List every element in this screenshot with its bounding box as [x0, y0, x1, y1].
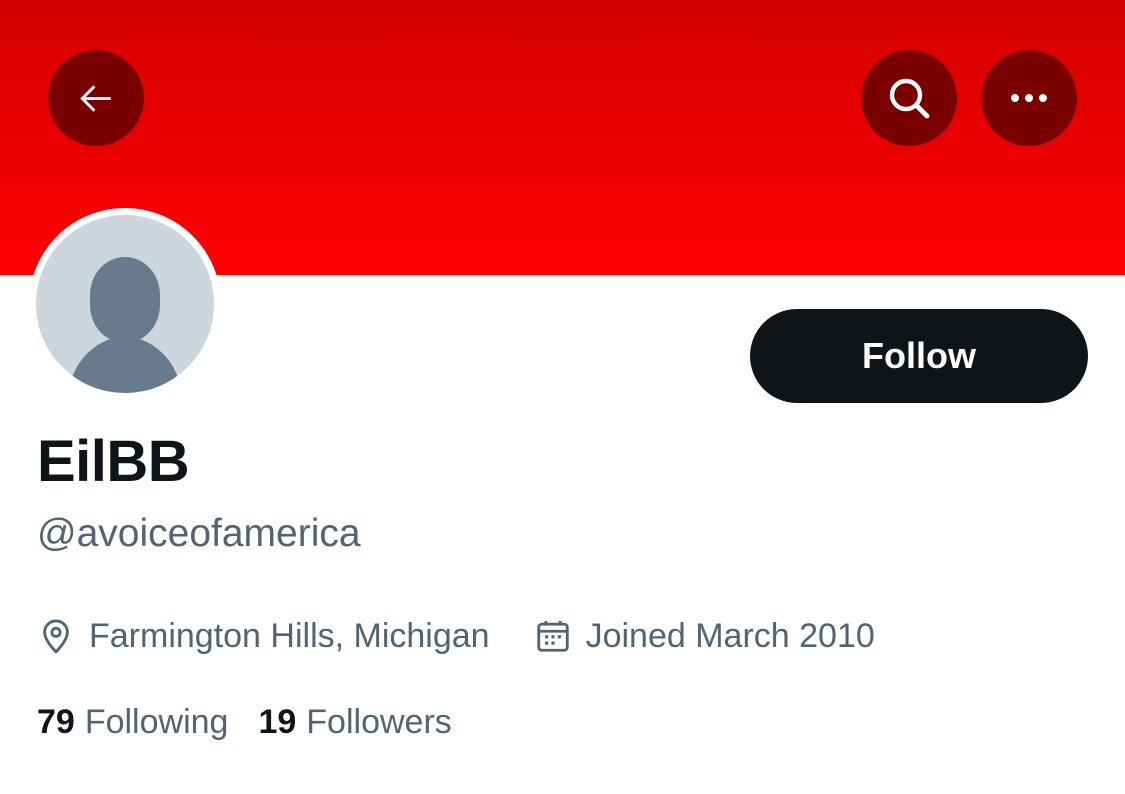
calendar-icon [534, 617, 572, 655]
more-horizontal-icon [1011, 94, 1047, 102]
followers-count: 19 [258, 702, 297, 741]
follow-stats: 79 Following 19 Followers [37, 698, 452, 746]
display-name: EilBB [37, 429, 190, 494]
back-button[interactable] [48, 50, 144, 146]
followers-label: Followers [306, 702, 452, 741]
avatar[interactable] [29, 208, 221, 400]
profile-meta: Farmington Hills, Michigan Joined March … [37, 612, 875, 660]
following-label: Following [84, 702, 229, 741]
avatar-image [36, 215, 214, 393]
profile-page: Follow EilBB @avoiceofamerica Farmington… [0, 0, 1125, 794]
followers-link[interactable]: 19 Followers [258, 703, 451, 742]
joined-text: Joined March 2010 [585, 616, 875, 655]
location-item: Farmington Hills, Michigan [37, 617, 490, 656]
joined-item: Joined March 2010 [534, 617, 875, 656]
user-handle: @avoiceofamerica [37, 512, 361, 555]
follow-button[interactable]: Follow [750, 309, 1088, 403]
location-pin-icon [37, 617, 75, 655]
location-text: Farmington Hills, Michigan [89, 616, 490, 655]
search-icon [889, 78, 930, 119]
arrow-left-icon [80, 85, 111, 112]
more-options-button[interactable] [981, 50, 1077, 146]
search-button[interactable] [861, 50, 957, 146]
following-count: 79 [37, 702, 75, 741]
following-link[interactable]: 79 Following [37, 703, 228, 742]
default-avatar-icon [67, 257, 183, 393]
